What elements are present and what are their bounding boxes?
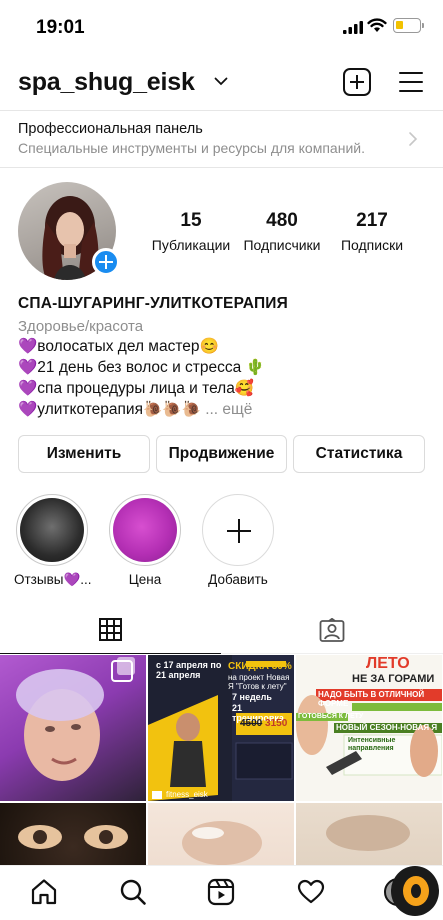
followers-count: 480 [266,210,298,231]
following-count: 217 [356,210,388,231]
status-bar: 19:01 [0,0,443,56]
chevron-right-icon [409,132,418,146]
bio-line: 💜21 день без волос и стресса 🌵 [18,359,265,376]
posts-label: Публикации [151,237,231,253]
highlight-cover [20,498,84,562]
highlight-cover [113,498,177,562]
posts-count: 15 [180,210,202,231]
edit-profile-button[interactable]: Изменить [18,435,150,473]
account-username[interactable]: spa_shug_eisk [18,68,195,97]
home-icon[interactable] [30,878,58,906]
highlight-ring [109,494,181,566]
profile-category: Здоровье/красота [18,318,144,335]
signal-icon [343,21,363,34]
overlay-app-logo [391,866,439,916]
post-thumbnail[interactable]: ЛЕТО НЕ ЗА ГОРАМИ НАДО БЫТЬ В ОТЛИЧНОЙ Ф… [296,655,442,801]
plus-icon [202,494,274,566]
insights-button[interactable]: Статистика [293,435,425,473]
profile-bio: СПА-ШУГАРИНГ-УЛИТКОТЕРАПИЯ Здоровье/крас… [18,295,428,419]
highlight-ring [16,494,88,566]
tagged-user-icon [319,618,345,642]
bio-more-link[interactable]: ... ещё [205,401,252,418]
following-label: Подписки [340,237,404,253]
bottom-navigation [0,865,443,920]
tab-grid[interactable] [0,606,221,654]
followers-label: Подписчики [243,237,321,253]
promo-dates: с 17 апреля по 21 апреля [156,660,222,680]
promo-old-price: 4500 [240,718,263,729]
chevron-down-icon[interactable] [214,77,228,86]
status-time: 19:01 [36,17,85,38]
stat-following[interactable]: 217 Подписки [332,210,412,253]
profile-name: СПА-ШУГАРИНГ-УЛИТКОТЕРАПИЯ [18,295,288,312]
reels-icon[interactable] [207,878,235,906]
promo-sub: на проект Новая Я "Готов к лету" [228,673,290,691]
search-icon[interactable] [119,878,147,906]
pro-panel-subtitle: Специальные инструменты и ресурсы для ко… [18,140,365,156]
posts-grid: с 17 апреля по 21 апреля СКИДКА 30% на п… [0,655,443,865]
post-thumbnail[interactable] [0,655,146,801]
post-thumbnail[interactable] [148,803,294,865]
tab-tagged[interactable] [221,606,442,654]
stat-followers[interactable]: 480 Подписчики [241,210,323,253]
post3-subtitle: НЕ ЗА ГОРАМИ [352,673,435,685]
battery-icon [393,18,424,33]
promo-prices: 4500 3150 [240,718,287,729]
highlight-price[interactable]: Цена [107,494,183,587]
post3-ready: ГОТОВЬСЯ К ЛЕТУ [298,713,364,720]
hamburger-menu-icon[interactable] [399,72,423,93]
add-story-button[interactable] [92,248,120,276]
post3-season: НОВЫЙ СЕЗОН-НОВАЯ Я [336,723,438,732]
post3-directions: Интенсивные направления [348,737,396,752]
promo-weeks: 7 недель [232,692,272,702]
post-thumbnail[interactable] [296,803,442,865]
profile-tabs [0,606,443,654]
promo-new-price: 3150 [265,718,288,729]
profile-header: spa_shug_eisk [0,58,443,108]
highlight-label: Отзывы💜... [14,572,92,587]
post-thumbnail[interactable]: с 17 апреля по 21 апреля СКИДКА 30% на п… [148,655,294,801]
post-thumbnail[interactable] [0,803,146,865]
heart-icon[interactable] [297,878,325,906]
promo-handle: fitness_eisk [166,790,208,799]
pro-panel-title: Профессиональная панель [18,121,203,137]
bio-line: 💜спа процедуры лица и тела🥰 [18,380,255,397]
highlight-reviews[interactable]: Отзывы💜... [14,494,92,588]
bio-line: 💜волосатых дел мастер😊 [18,338,219,355]
grid-icon [99,618,122,641]
wifi-icon [367,18,387,32]
highlight-label: Цена [128,572,162,587]
highlight-label: Добавить [208,572,268,587]
bio-line-last: 💜улиткотерапия🐌🐌🐌 ... ещё [18,400,428,419]
post3-banner: НАДО БЫТЬ В ОТЛИЧНОЙ ФОРМЕ [318,690,425,708]
highlight-new[interactable]: Добавить [200,494,276,587]
bio-line-text: 💜улиткотерапия🐌🐌🐌 [18,401,201,418]
stat-posts[interactable]: 15 Публикации [150,210,232,253]
new-post-icon[interactable] [343,68,371,96]
promo-headline: СКИДКА 30% [228,661,292,672]
professional-dashboard[interactable]: Профессиональная панель Специальные инст… [0,110,443,168]
promote-button[interactable]: Продвижение [156,435,287,473]
post3-title: ЛЕТО [366,655,410,672]
